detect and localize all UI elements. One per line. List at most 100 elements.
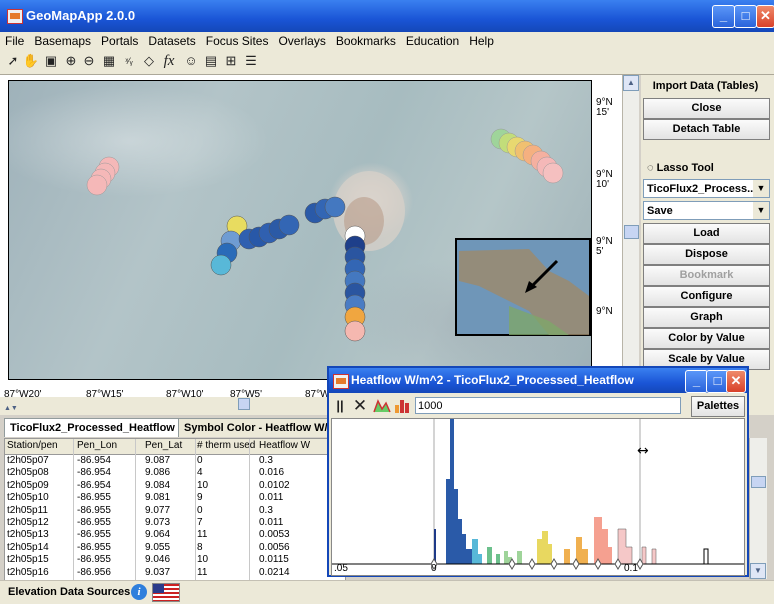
table-cell: 0.0053 bbox=[259, 529, 290, 541]
table-row[interactable]: t2h05p08 -86.954 9.086 4 0.016 bbox=[5, 467, 345, 478]
profile-icon[interactable]: ˣ⁄ᵧ bbox=[120, 52, 138, 70]
color-by-value-button[interactable]: Color by Value bbox=[643, 328, 770, 349]
scroll-thumb[interactable] bbox=[751, 476, 766, 488]
hand-icon[interactable]: ✋ bbox=[22, 52, 40, 70]
graph-button[interactable]: Graph bbox=[643, 307, 770, 328]
tab-symbol-color[interactable]: Symbol Color - Heatflow W/m bbox=[178, 418, 340, 437]
zoom-out-icon[interactable]: ⊖ bbox=[80, 52, 98, 70]
menu-focus-sites[interactable]: Focus Sites bbox=[201, 32, 274, 48]
value-input[interactable]: 1000 bbox=[415, 397, 681, 414]
lasso-icon: ◌ bbox=[647, 162, 657, 174]
tab-heatflow-data[interactable]: TicoFlux2_Processed_Heatflow bbox=[4, 418, 181, 437]
column-header[interactable]: # therm used bbox=[197, 440, 255, 451]
table-row[interactable]: t2h05p09 -86.954 9.084 10 0.0102 bbox=[5, 480, 345, 491]
pointer-icon[interactable]: ➚ bbox=[4, 52, 22, 70]
column-header[interactable]: Pen_Lon bbox=[77, 440, 117, 451]
table-cell: t2h05p12 bbox=[7, 517, 49, 528]
histogram-plot[interactable]: ↔ .05 0 0.1 bbox=[331, 418, 745, 576]
menu-basemaps[interactable]: Basemaps bbox=[29, 32, 96, 48]
table-row[interactable]: t2h05p14 -86.955 9.055 8 0.0056 bbox=[5, 542, 345, 553]
scroll-thumb[interactable] bbox=[624, 225, 639, 239]
scroll-down-icon[interactable]: ▼ bbox=[750, 563, 766, 579]
histogram-bars-icon[interactable] bbox=[393, 397, 411, 415]
table-row[interactable]: t2h05p13 -86.955 9.064 11 0.0053 bbox=[5, 529, 345, 540]
table-cell: 11 bbox=[197, 566, 208, 578]
table-cell: 9.081 bbox=[145, 492, 171, 504]
layer-select[interactable]: TicoFlux2_Process... ▼ bbox=[643, 179, 770, 198]
table-cell: t2h05p14 bbox=[7, 541, 49, 553]
menu-overlays[interactable]: Overlays bbox=[273, 32, 330, 48]
lat-label: 9°N 10' bbox=[596, 170, 613, 190]
column-header[interactable]: Station/pen bbox=[7, 440, 58, 451]
table-cell: t2h05p16 bbox=[7, 566, 49, 578]
heatflow-toolbar: || ✕ 1000 Palettes bbox=[329, 395, 747, 417]
app-icon bbox=[333, 374, 349, 389]
close-button[interactable]: ✕ bbox=[726, 370, 746, 393]
table-vertical-scrollbar[interactable]: ▼ bbox=[749, 438, 767, 579]
menu-datasets[interactable]: Datasets bbox=[143, 32, 200, 48]
lat-label-text: 9°N 10' bbox=[596, 169, 613, 190]
lasso-icon[interactable]: ◇ bbox=[140, 52, 158, 70]
table-row[interactable]: t2h05p12 -86.955 9.073 7 0.011 bbox=[5, 517, 345, 528]
range-bars-icon[interactable]: || bbox=[331, 397, 349, 415]
minimize-button[interactable]: _ bbox=[685, 370, 708, 393]
app-icon bbox=[7, 9, 23, 24]
function-icon[interactable]: fx bbox=[160, 52, 178, 70]
grid-icon[interactable]: ▦ bbox=[100, 52, 118, 70]
inset-map bbox=[455, 238, 591, 336]
minimize-button[interactable]: _ bbox=[712, 5, 735, 28]
info-icon[interactable]: i bbox=[131, 584, 147, 600]
table-cell: 0.011 bbox=[259, 492, 284, 504]
save-select[interactable]: Save ▼ bbox=[643, 201, 770, 220]
close-table-button[interactable]: Close bbox=[643, 98, 770, 119]
menu-education[interactable]: Education bbox=[401, 32, 464, 48]
table-cell: -86.955 bbox=[77, 504, 111, 516]
split-arrows-icon[interactable]: ▲▼ bbox=[4, 405, 18, 412]
save-icon[interactable]: ▣ bbox=[42, 52, 60, 70]
histogram-line-icon[interactable] bbox=[373, 397, 391, 415]
menu-bookmarks[interactable]: Bookmarks bbox=[331, 32, 401, 48]
dispose-button[interactable]: Dispose bbox=[643, 244, 770, 265]
table-row[interactable]: t2h05p16 -86.956 9.037 11 0.0214 bbox=[5, 567, 345, 578]
bookmark-button[interactable]: Bookmark bbox=[643, 265, 770, 286]
status-bar: Elevation Data Sources i bbox=[0, 580, 774, 604]
table-header: Station/pen Pen_Lon Pen_Lat # therm used… bbox=[5, 439, 345, 455]
maximize-button[interactable]: □ bbox=[734, 5, 757, 28]
window-icon[interactable]: ▤ bbox=[202, 52, 220, 70]
table-cell: t2h05p11 bbox=[7, 504, 48, 516]
table-row[interactable]: t2h05p10 -86.955 9.081 9 0.011 bbox=[5, 492, 345, 503]
axis-label: .05 bbox=[334, 563, 348, 574]
list-icon[interactable]: ☰ bbox=[242, 52, 260, 70]
configure-button[interactable]: Configure bbox=[643, 286, 770, 307]
table-row[interactable]: t2h05p07 -86.954 9.087 0 0.3 bbox=[5, 455, 345, 466]
table-cell: 9.055 bbox=[145, 541, 171, 553]
table-cell: 4 bbox=[197, 467, 203, 479]
table-row[interactable]: t2h05p11 -86.955 9.077 0 0.3 bbox=[5, 505, 345, 516]
map-vertical-scrollbar[interactable]: ▲ bbox=[622, 75, 639, 395]
contour-icon[interactable]: ☺ bbox=[182, 52, 200, 70]
us-flag-icon[interactable] bbox=[152, 583, 180, 602]
palettes-button[interactable]: Palettes bbox=[691, 396, 745, 417]
scroll-up-icon[interactable]: ▲ bbox=[623, 75, 639, 91]
axis-label: 0 bbox=[431, 563, 437, 574]
menu-portals[interactable]: Portals bbox=[96, 32, 143, 48]
lat-label-text: 9°N 5' bbox=[596, 236, 613, 257]
scroll-thumb[interactable] bbox=[238, 398, 250, 410]
table-cell: 0.0115 bbox=[259, 554, 289, 566]
table-icon[interactable]: ⊞ bbox=[222, 52, 240, 70]
menu-help[interactable]: Help bbox=[464, 32, 499, 48]
table-row[interactable]: t2h05p15 -86.955 9.046 10 0.0115 bbox=[5, 554, 345, 565]
lasso-tool[interactable]: ◌ Lasso Tool bbox=[647, 162, 714, 174]
close-button[interactable]: ✕ bbox=[756, 5, 774, 28]
menu-file[interactable]: File bbox=[0, 32, 29, 48]
zoom-in-icon[interactable]: ⊕ bbox=[62, 52, 80, 70]
detach-table-button[interactable]: Detach Table bbox=[643, 119, 770, 140]
clear-icon[interactable]: ✕ bbox=[351, 397, 369, 415]
load-button[interactable]: Load bbox=[643, 223, 770, 244]
histogram-svg: ↔ bbox=[332, 419, 744, 570]
table-cell: 0.0214 bbox=[259, 566, 290, 578]
column-header[interactable]: Pen_Lat bbox=[145, 440, 182, 451]
import-data-button[interactable]: Import Data (Tables) bbox=[643, 77, 768, 96]
column-header[interactable]: Heatflow W bbox=[259, 440, 310, 451]
map-canvas[interactable] bbox=[8, 80, 592, 380]
